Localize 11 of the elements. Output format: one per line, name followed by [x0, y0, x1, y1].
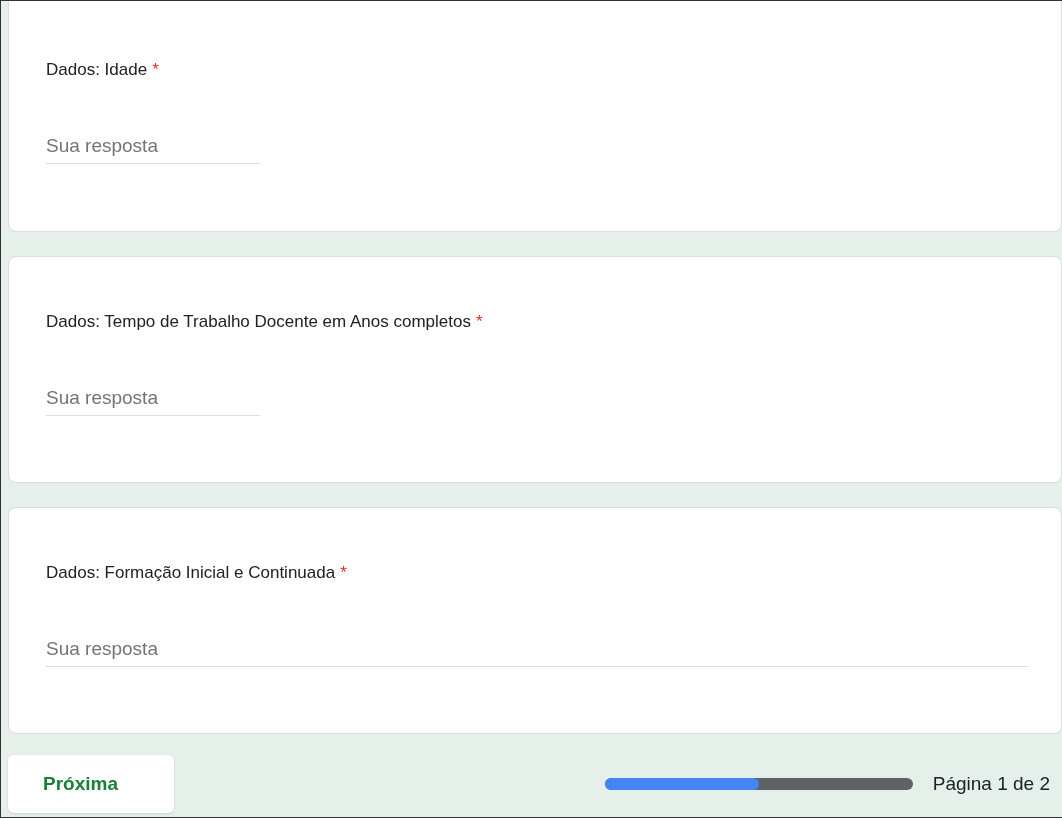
required-asterisk: * [152, 59, 159, 81]
answer-field[interactable]: Sua resposta [46, 381, 260, 416]
question-title: Dados: Idade [46, 59, 148, 81]
next-button[interactable]: Próxima [8, 755, 174, 813]
answer-field[interactable]: Sua resposta [46, 129, 260, 164]
page-indicator: Página 1 de 2 [932, 771, 1050, 796]
question-title: Dados: Formação Inicial e Continuada [46, 562, 336, 584]
required-asterisk: * [340, 562, 347, 584]
required-asterisk: * [475, 311, 483, 333]
answer-field[interactable]: Sua resposta [46, 632, 1028, 667]
question-title: Dados: Tempo de Trabalho Docente em Anos completos [46, 311, 471, 333]
